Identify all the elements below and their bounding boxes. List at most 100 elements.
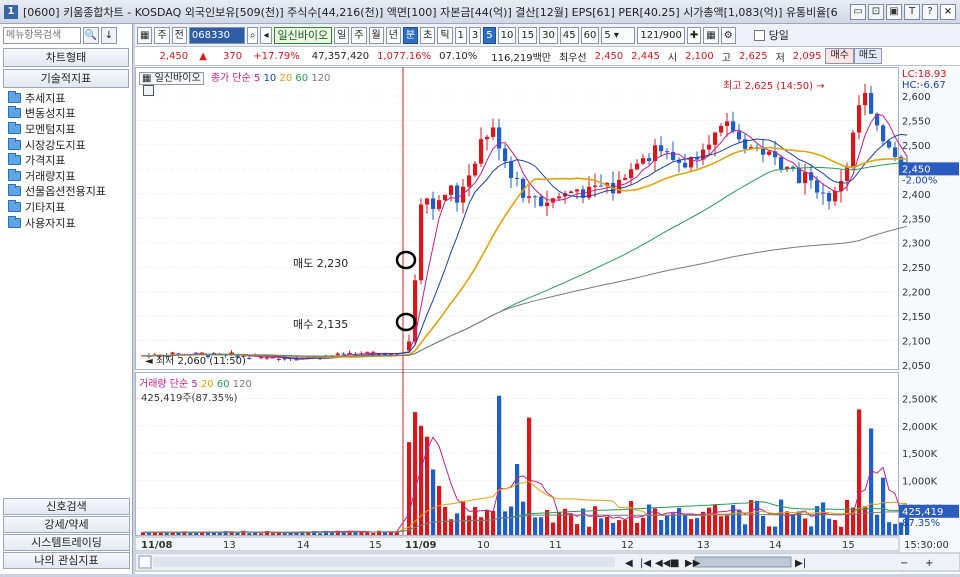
buy-order-button[interactable]: 매수: [825, 48, 854, 64]
candle-body: [881, 125, 886, 142]
volume-bar: [318, 533, 323, 535]
nav-control-icon[interactable]: ◀: [625, 558, 633, 569]
period-day[interactable]: 일: [334, 26, 350, 44]
count-select[interactable]: 5 ▾: [601, 26, 636, 44]
nav-control-icon[interactable]: |◀: [640, 558, 651, 569]
volume-bar: [521, 501, 526, 535]
tree-item-futures-options[interactable]: 선물옵션전용지표: [0, 184, 132, 200]
high-annotation: 최고 2,625 (14:50) →: [723, 80, 825, 92]
interval-60[interactable]: 60: [580, 26, 600, 44]
speaker-icon[interactable]: ◂: [260, 26, 272, 44]
nav-control-icon[interactable]: −: [900, 558, 908, 569]
volume-bar: [887, 522, 892, 535]
up-arrow-icon: ▲: [199, 50, 207, 62]
nav-control-icon[interactable]: ◀◀: [655, 558, 671, 569]
market-select[interactable]: 주: [154, 26, 170, 44]
search-icon[interactable]: ⌕: [246, 26, 259, 44]
interval-1[interactable]: 1: [454, 26, 467, 44]
candle-body: [725, 121, 730, 127]
period-month[interactable]: 월: [368, 26, 384, 44]
period-tick[interactable]: 틱: [437, 26, 453, 44]
ma-legend-20: 20: [279, 73, 293, 84]
tree-item-trend[interactable]: 추세지표: [0, 90, 132, 106]
tree-item-volume[interactable]: 거래량지표: [0, 168, 132, 184]
stock-name[interactable]: 일신바이오: [273, 26, 333, 44]
volume-bar: [533, 517, 538, 535]
candle-body: [264, 357, 270, 359]
price-axis-label: 2,100: [902, 337, 931, 348]
interval-30[interactable]: 30: [539, 26, 558, 44]
interval-45[interactable]: 45: [559, 26, 579, 44]
candle-body: [731, 121, 736, 132]
today-checkbox[interactable]: [753, 29, 765, 41]
nav-control-icon[interactable]: ■: [670, 558, 679, 569]
sell-order-button[interactable]: 매도: [853, 48, 883, 64]
folder-icon: [8, 106, 21, 119]
folder-icon: [8, 137, 21, 150]
settings-icon[interactable]: ⚙: [720, 26, 736, 44]
candle-body: [341, 353, 346, 355]
restore-icon[interactable]: ▭: [850, 3, 866, 20]
interval-15[interactable]: 15: [518, 26, 538, 44]
window-title: [0600] 키움종합차트 - KOSDAQ 외국인보유[509(천)] 주식수…: [23, 5, 838, 19]
tree-item-price[interactable]: 가격지표: [0, 152, 132, 168]
tab-system-trading[interactable]: 시스템트레이딩: [3, 534, 130, 551]
chart-canvas[interactable]: 2,600 2,550 2,500 2,450 2,400 2,350 2,300 2,250…: [134, 67, 960, 574]
interval-3[interactable]: 3: [468, 26, 482, 44]
high-label: 고: [721, 52, 731, 64]
nav-control-icon[interactable]: ▶▶: [685, 558, 701, 569]
stock-code-input[interactable]: 068330: [188, 26, 245, 44]
nav-control-icon[interactable]: ▶|: [795, 558, 806, 569]
candle-body: [899, 156, 904, 163]
period-year[interactable]: 년: [385, 26, 401, 44]
interval-10[interactable]: 10: [497, 26, 517, 44]
volume-bar: [773, 526, 778, 535]
tab-technical-indicators[interactable]: 기술적지표: [3, 69, 129, 88]
tree-item-label: 사용자지표: [25, 216, 76, 230]
interval-5[interactable]: 5: [483, 26, 496, 44]
period-second[interactable]: 초: [420, 26, 436, 44]
tree-item-label: 추세지표: [25, 91, 66, 105]
tree-item-volatility[interactable]: 변동성지표: [0, 106, 132, 122]
tab-strength[interactable]: 강세/약세: [3, 516, 130, 533]
volume-bar: [863, 506, 868, 535]
volume-bar: [276, 532, 281, 535]
tab-chart-type[interactable]: 차트형태: [3, 48, 129, 67]
chart-menu-icon[interactable]: ▦: [137, 26, 153, 44]
help-icon[interactable]: ?: [922, 3, 938, 20]
period-week[interactable]: 주: [351, 26, 367, 44]
volume-bar: [683, 514, 688, 535]
grid-icon[interactable]: ▦: [703, 26, 719, 44]
candle-body: [569, 191, 574, 194]
period-minute[interactable]: 분: [402, 26, 419, 44]
tab-my-indicators[interactable]: 나의 관심지표: [3, 552, 130, 569]
chart-area[interactable]: 2,600 2,550 2,500 2,450 2,400 2,350 2,300 2,250…: [134, 67, 960, 574]
close-icon[interactable]: ×: [940, 3, 956, 20]
candle-body: [623, 177, 628, 180]
font-icon[interactable]: T: [904, 3, 920, 20]
app-icon: 1: [4, 4, 18, 19]
candle-body: [443, 194, 448, 201]
zoom-icon[interactable]: ✚: [686, 26, 702, 44]
candle-body: [665, 151, 670, 153]
pin-icon[interactable]: ▣: [886, 3, 902, 20]
tree-item-momentum[interactable]: 모멘텀지표: [0, 121, 132, 137]
candle-body: [641, 158, 646, 164]
tab-signal-search[interactable]: 신호검색: [3, 498, 130, 515]
volume-bar: [737, 509, 742, 535]
panel-toggle-icon[interactable]: [143, 85, 154, 96]
tree-item-user[interactable]: 사용자지표: [0, 215, 132, 231]
x-axis-label: 15: [842, 540, 855, 551]
candle-body: [761, 148, 766, 155]
price-panel-name[interactable]: ▦ 일신바이오: [139, 72, 204, 85]
candle-body: [821, 192, 826, 194]
nav-control-icon[interactable]: +: [925, 558, 933, 569]
arrow-down-icon[interactable]: ↓: [101, 27, 117, 44]
layout-icon[interactable]: ⊡: [868, 3, 884, 20]
search-icon[interactable]: 🔍: [83, 27, 99, 44]
all-select[interactable]: 전: [171, 26, 187, 44]
menu-search-input[interactable]: [3, 27, 81, 44]
tree-item-other[interactable]: 기타지표: [0, 199, 132, 215]
candle-body: [449, 185, 454, 195]
tree-item-market-strength[interactable]: 시장강도지표: [0, 137, 132, 153]
